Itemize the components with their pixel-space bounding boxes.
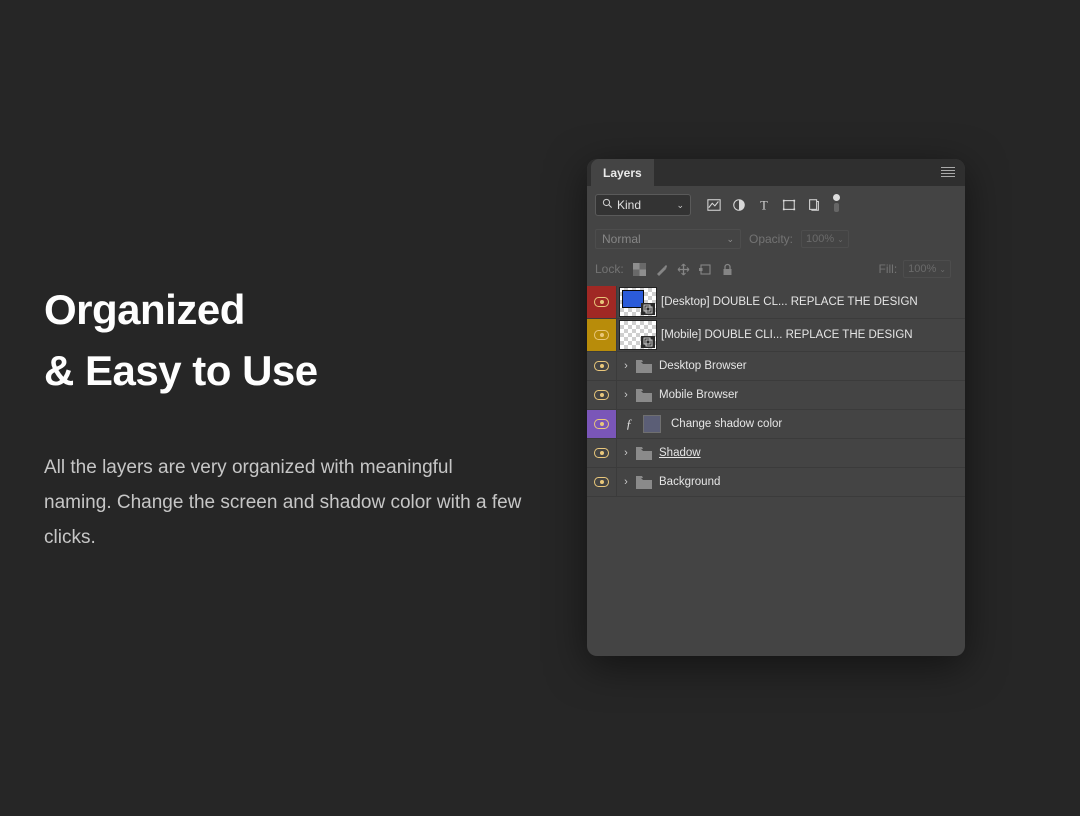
expand-arrow-icon[interactable]: › <box>619 476 633 488</box>
visibility-toggle[interactable] <box>587 439 617 467</box>
visibility-toggle[interactable] <box>587 352 617 380</box>
layer-name: Change shadow color <box>671 418 965 430</box>
lock-artboard-icon[interactable] <box>699 263 712 276</box>
filter-toggle-icon[interactable] <box>832 198 840 212</box>
filter-smartobject-icon[interactable] <box>807 198 821 212</box>
search-icon <box>602 198 613 212</box>
layer-row-shadow-group[interactable]: › Shadow <box>587 439 965 468</box>
svg-text:T: T <box>760 198 768 212</box>
folder-icon <box>635 360 653 373</box>
blend-mode-dropdown[interactable]: Normal ⌄ <box>595 229 741 249</box>
fill-value: 100% <box>908 263 936 275</box>
expand-arrow-icon[interactable]: › <box>619 389 633 401</box>
filter-type-icons: T <box>707 198 840 212</box>
layers-panel: Layers Kind ⌄ T <box>587 159 965 656</box>
filter-row: Kind ⌄ T <box>587 186 965 224</box>
eye-icon <box>594 330 609 340</box>
chevron-down-icon: ⌄ <box>939 265 946 274</box>
eye-icon <box>594 477 609 487</box>
layer-row-mobile-smartobject[interactable]: [Mobile] DOUBLE CLI... REPLACE THE DESIG… <box>587 319 965 352</box>
color-swatch[interactable] <box>643 415 661 433</box>
lock-row: Lock: Fill: 100% ⌄ <box>587 254 965 284</box>
chevron-down-icon: ⌄ <box>837 235 844 244</box>
layer-name: Mobile Browser <box>659 389 965 401</box>
chevron-down-icon: ⌄ <box>726 234 734 245</box>
eye-icon <box>594 448 609 458</box>
heading-line-1: Organized <box>44 286 245 333</box>
filter-type-icon[interactable]: T <box>757 198 771 212</box>
layer-row-desktop-smartobject[interactable]: [Desktop] DOUBLE CL... REPLACE THE DESIG… <box>587 286 965 319</box>
opacity-label: Opacity: <box>749 232 793 246</box>
filter-pixel-icon[interactable] <box>707 198 721 212</box>
expand-arrow-icon[interactable]: › <box>619 360 633 372</box>
filter-kind-label: Kind <box>617 198 641 212</box>
promo-text-block: Organized & Easy to Use All the layers a… <box>44 280 524 555</box>
panel-tabbar: Layers <box>587 159 965 186</box>
fill-label: Fill: <box>878 262 897 276</box>
visibility-toggle[interactable] <box>587 319 617 351</box>
layer-name: Shadow <box>659 447 965 459</box>
layer-thumbnail[interactable] <box>619 287 657 317</box>
blend-row: Normal ⌄ Opacity: 100% ⌄ <box>587 224 965 254</box>
layer-name: Background <box>659 476 965 488</box>
layer-name: [Desktop] DOUBLE CL... REPLACE THE DESIG… <box>661 296 959 308</box>
folder-icon <box>635 389 653 402</box>
expand-arrow-icon[interactable]: › <box>619 447 633 459</box>
layer-row-change-shadow-color[interactable]: ƒ Change shadow color <box>587 410 965 439</box>
chevron-down-icon: ⌄ <box>676 200 684 211</box>
folder-icon <box>635 476 653 489</box>
eye-icon <box>594 390 609 400</box>
filter-shape-icon[interactable] <box>782 198 796 212</box>
promo-paragraph: All the layers are very organized with m… <box>44 450 524 555</box>
blend-mode-value: Normal <box>602 232 641 246</box>
visibility-toggle[interactable] <box>587 286 617 318</box>
lock-paint-icon[interactable] <box>655 263 668 276</box>
fill-input[interactable]: 100% ⌄ <box>903 260 951 278</box>
filter-adjustment-icon[interactable] <box>732 198 746 212</box>
lock-transparency-icon[interactable] <box>633 263 646 276</box>
opacity-input[interactable]: 100% ⌄ <box>801 230 849 248</box>
smartobject-badge-icon <box>641 336 655 348</box>
lock-label: Lock: <box>595 262 624 276</box>
tab-layers[interactable]: Layers <box>591 159 654 186</box>
heading-line-2: & Easy to Use <box>44 347 318 394</box>
visibility-toggle[interactable] <box>587 468 617 496</box>
lock-all-icon[interactable] <box>721 263 734 276</box>
layer-row-desktop-browser-group[interactable]: › Desktop Browser <box>587 352 965 381</box>
filter-kind-dropdown[interactable]: Kind ⌄ <box>595 194 691 216</box>
link-fx-icon: ƒ <box>621 416 637 432</box>
eye-icon <box>594 419 609 429</box>
opacity-value: 100% <box>806 233 834 245</box>
smartobject-badge-icon <box>641 303 655 315</box>
promo-heading: Organized & Easy to Use <box>44 280 524 402</box>
layer-name: Desktop Browser <box>659 360 965 372</box>
layer-row-mobile-browser-group[interactable]: › Mobile Browser <box>587 381 965 410</box>
visibility-toggle[interactable] <box>587 381 617 409</box>
panel-menu-icon[interactable] <box>941 167 955 177</box>
visibility-toggle[interactable] <box>587 410 617 438</box>
lock-position-icon[interactable] <box>677 263 690 276</box>
layer-thumbnail[interactable] <box>619 320 657 350</box>
folder-icon <box>635 447 653 460</box>
layer-name: [Mobile] DOUBLE CLI... REPLACE THE DESIG… <box>661 329 959 341</box>
eye-icon <box>594 297 609 307</box>
eye-icon <box>594 361 609 371</box>
layer-row-background-group[interactable]: › Background <box>587 468 965 497</box>
layers-list: [Desktop] DOUBLE CL... REPLACE THE DESIG… <box>587 286 965 497</box>
